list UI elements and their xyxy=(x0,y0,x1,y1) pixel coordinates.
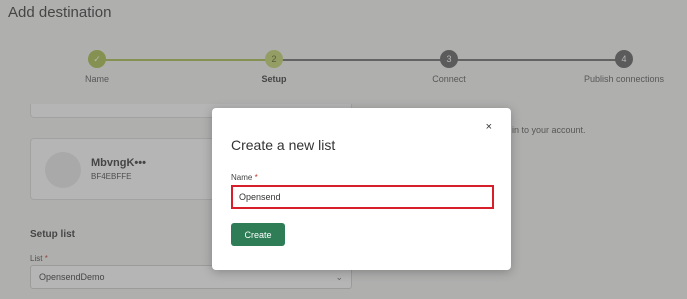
create-button[interactable]: Create xyxy=(231,223,285,246)
close-icon[interactable]: × xyxy=(486,121,492,133)
modal-title: Create a new list xyxy=(231,137,336,153)
name-field-label: Name * xyxy=(231,173,258,182)
name-label-text: Name xyxy=(231,173,253,182)
required-mark: * xyxy=(254,173,258,182)
name-input[interactable] xyxy=(231,185,494,209)
create-list-modal: × Create a new list Name * Create xyxy=(212,108,511,270)
